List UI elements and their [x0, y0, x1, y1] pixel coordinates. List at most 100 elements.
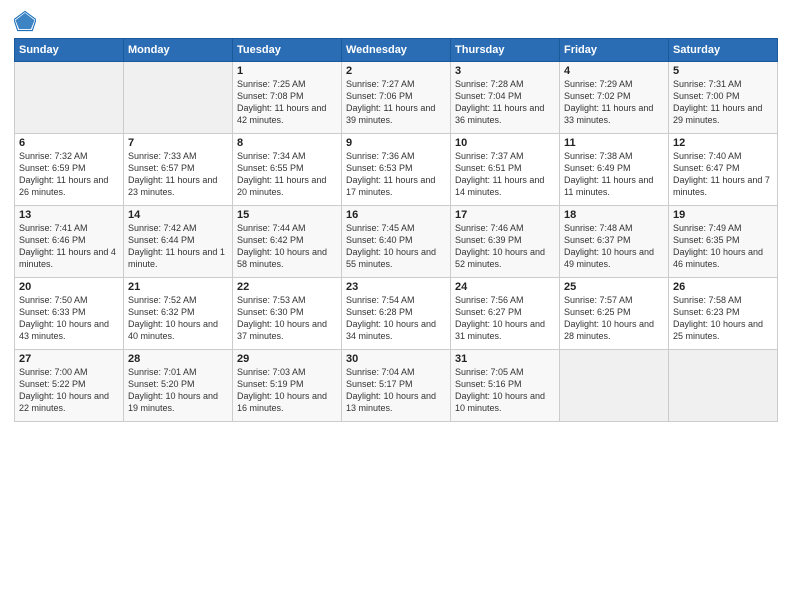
day-number: 1: [237, 65, 337, 77]
day-number: 28: [128, 353, 228, 365]
day-content: Sunrise: 7:40 AM Sunset: 6:47 PM Dayligh…: [673, 150, 773, 199]
day-cell: [124, 62, 233, 134]
day-content: Sunrise: 7:28 AM Sunset: 7:04 PM Dayligh…: [455, 78, 555, 127]
week-row-3: 13Sunrise: 7:41 AM Sunset: 6:46 PM Dayli…: [15, 206, 778, 278]
day-cell: 21Sunrise: 7:52 AM Sunset: 6:32 PM Dayli…: [124, 278, 233, 350]
day-number: 18: [564, 209, 664, 221]
day-number: 11: [564, 137, 664, 149]
day-cell: 13Sunrise: 7:41 AM Sunset: 6:46 PM Dayli…: [15, 206, 124, 278]
day-number: 13: [19, 209, 119, 221]
day-number: 24: [455, 281, 555, 293]
day-cell: 2Sunrise: 7:27 AM Sunset: 7:06 PM Daylig…: [342, 62, 451, 134]
day-number: 17: [455, 209, 555, 221]
day-cell: 18Sunrise: 7:48 AM Sunset: 6:37 PM Dayli…: [560, 206, 669, 278]
day-content: Sunrise: 7:41 AM Sunset: 6:46 PM Dayligh…: [19, 222, 119, 271]
day-content: Sunrise: 7:56 AM Sunset: 6:27 PM Dayligh…: [455, 294, 555, 343]
day-number: 20: [19, 281, 119, 293]
day-number: 2: [346, 65, 446, 77]
day-cell: 28Sunrise: 7:01 AM Sunset: 5:20 PM Dayli…: [124, 350, 233, 422]
day-number: 21: [128, 281, 228, 293]
day-number: 7: [128, 137, 228, 149]
day-number: 14: [128, 209, 228, 221]
col-header-monday: Monday: [124, 39, 233, 62]
day-cell: [669, 350, 778, 422]
day-content: Sunrise: 7:52 AM Sunset: 6:32 PM Dayligh…: [128, 294, 228, 343]
day-content: Sunrise: 7:01 AM Sunset: 5:20 PM Dayligh…: [128, 366, 228, 415]
day-content: Sunrise: 7:05 AM Sunset: 5:16 PM Dayligh…: [455, 366, 555, 415]
day-content: Sunrise: 7:44 AM Sunset: 6:42 PM Dayligh…: [237, 222, 337, 271]
col-header-saturday: Saturday: [669, 39, 778, 62]
day-content: Sunrise: 7:46 AM Sunset: 6:39 PM Dayligh…: [455, 222, 555, 271]
day-cell: 5Sunrise: 7:31 AM Sunset: 7:00 PM Daylig…: [669, 62, 778, 134]
day-content: Sunrise: 7:36 AM Sunset: 6:53 PM Dayligh…: [346, 150, 446, 199]
day-cell: 7Sunrise: 7:33 AM Sunset: 6:57 PM Daylig…: [124, 134, 233, 206]
day-cell: 26Sunrise: 7:58 AM Sunset: 6:23 PM Dayli…: [669, 278, 778, 350]
day-cell: 12Sunrise: 7:40 AM Sunset: 6:47 PM Dayli…: [669, 134, 778, 206]
day-content: Sunrise: 7:49 AM Sunset: 6:35 PM Dayligh…: [673, 222, 773, 271]
day-cell: 29Sunrise: 7:03 AM Sunset: 5:19 PM Dayli…: [233, 350, 342, 422]
day-number: 19: [673, 209, 773, 221]
calendar-page: SundayMondayTuesdayWednesdayThursdayFrid…: [0, 0, 792, 612]
logo: [14, 10, 40, 32]
day-content: Sunrise: 7:03 AM Sunset: 5:19 PM Dayligh…: [237, 366, 337, 415]
day-cell: 27Sunrise: 7:00 AM Sunset: 5:22 PM Dayli…: [15, 350, 124, 422]
day-number: 9: [346, 137, 446, 149]
day-number: 8: [237, 137, 337, 149]
day-cell: [15, 62, 124, 134]
day-cell: 9Sunrise: 7:36 AM Sunset: 6:53 PM Daylig…: [342, 134, 451, 206]
day-number: 16: [346, 209, 446, 221]
day-cell: 3Sunrise: 7:28 AM Sunset: 7:04 PM Daylig…: [451, 62, 560, 134]
day-number: 29: [237, 353, 337, 365]
day-cell: 10Sunrise: 7:37 AM Sunset: 6:51 PM Dayli…: [451, 134, 560, 206]
day-cell: 14Sunrise: 7:42 AM Sunset: 6:44 PM Dayli…: [124, 206, 233, 278]
day-number: 5: [673, 65, 773, 77]
day-content: Sunrise: 7:27 AM Sunset: 7:06 PM Dayligh…: [346, 78, 446, 127]
col-header-friday: Friday: [560, 39, 669, 62]
day-cell: 11Sunrise: 7:38 AM Sunset: 6:49 PM Dayli…: [560, 134, 669, 206]
day-number: 27: [19, 353, 119, 365]
day-content: Sunrise: 7:53 AM Sunset: 6:30 PM Dayligh…: [237, 294, 337, 343]
col-header-sunday: Sunday: [15, 39, 124, 62]
week-row-5: 27Sunrise: 7:00 AM Sunset: 5:22 PM Dayli…: [15, 350, 778, 422]
day-cell: 31Sunrise: 7:05 AM Sunset: 5:16 PM Dayli…: [451, 350, 560, 422]
day-cell: 24Sunrise: 7:56 AM Sunset: 6:27 PM Dayli…: [451, 278, 560, 350]
col-header-thursday: Thursday: [451, 39, 560, 62]
col-header-wednesday: Wednesday: [342, 39, 451, 62]
day-content: Sunrise: 7:31 AM Sunset: 7:00 PM Dayligh…: [673, 78, 773, 127]
day-cell: 8Sunrise: 7:34 AM Sunset: 6:55 PM Daylig…: [233, 134, 342, 206]
day-content: Sunrise: 7:37 AM Sunset: 6:51 PM Dayligh…: [455, 150, 555, 199]
day-content: Sunrise: 7:42 AM Sunset: 6:44 PM Dayligh…: [128, 222, 228, 271]
day-number: 15: [237, 209, 337, 221]
day-number: 12: [673, 137, 773, 149]
day-content: Sunrise: 7:33 AM Sunset: 6:57 PM Dayligh…: [128, 150, 228, 199]
day-content: Sunrise: 7:58 AM Sunset: 6:23 PM Dayligh…: [673, 294, 773, 343]
day-number: 31: [455, 353, 555, 365]
day-number: 3: [455, 65, 555, 77]
day-content: Sunrise: 7:34 AM Sunset: 6:55 PM Dayligh…: [237, 150, 337, 199]
day-content: Sunrise: 7:48 AM Sunset: 6:37 PM Dayligh…: [564, 222, 664, 271]
day-cell: 4Sunrise: 7:29 AM Sunset: 7:02 PM Daylig…: [560, 62, 669, 134]
logo-icon: [14, 10, 36, 32]
day-content: Sunrise: 7:25 AM Sunset: 7:08 PM Dayligh…: [237, 78, 337, 127]
day-content: Sunrise: 7:38 AM Sunset: 6:49 PM Dayligh…: [564, 150, 664, 199]
day-content: Sunrise: 7:45 AM Sunset: 6:40 PM Dayligh…: [346, 222, 446, 271]
day-number: 6: [19, 137, 119, 149]
day-number: 22: [237, 281, 337, 293]
day-cell: 15Sunrise: 7:44 AM Sunset: 6:42 PM Dayli…: [233, 206, 342, 278]
day-cell: 25Sunrise: 7:57 AM Sunset: 6:25 PM Dayli…: [560, 278, 669, 350]
col-header-tuesday: Tuesday: [233, 39, 342, 62]
day-number: 30: [346, 353, 446, 365]
day-cell: 20Sunrise: 7:50 AM Sunset: 6:33 PM Dayli…: [15, 278, 124, 350]
week-row-1: 1Sunrise: 7:25 AM Sunset: 7:08 PM Daylig…: [15, 62, 778, 134]
day-number: 23: [346, 281, 446, 293]
day-content: Sunrise: 7:57 AM Sunset: 6:25 PM Dayligh…: [564, 294, 664, 343]
day-content: Sunrise: 7:32 AM Sunset: 6:59 PM Dayligh…: [19, 150, 119, 199]
day-number: 4: [564, 65, 664, 77]
day-cell: 17Sunrise: 7:46 AM Sunset: 6:39 PM Dayli…: [451, 206, 560, 278]
day-cell: 6Sunrise: 7:32 AM Sunset: 6:59 PM Daylig…: [15, 134, 124, 206]
day-cell: 1Sunrise: 7:25 AM Sunset: 7:08 PM Daylig…: [233, 62, 342, 134]
day-content: Sunrise: 7:04 AM Sunset: 5:17 PM Dayligh…: [346, 366, 446, 415]
day-number: 10: [455, 137, 555, 149]
day-content: Sunrise: 7:50 AM Sunset: 6:33 PM Dayligh…: [19, 294, 119, 343]
day-cell: 30Sunrise: 7:04 AM Sunset: 5:17 PM Dayli…: [342, 350, 451, 422]
